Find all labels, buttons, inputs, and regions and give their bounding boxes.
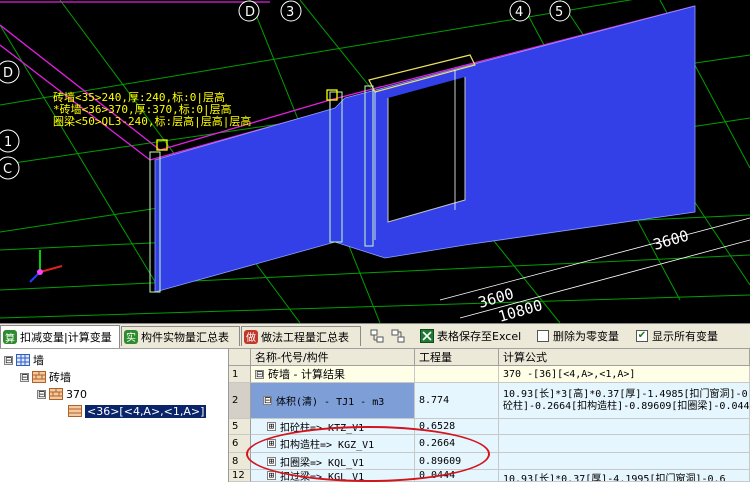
quantity-panel: 算 扣减变量|计算变量 实 构件实物量汇总表 做 做法工程量汇总表 表格保存至E… bbox=[0, 323, 750, 482]
tree-node-wall-instance[interactable]: <36>[<4,A>,<1,A>] bbox=[68, 403, 207, 419]
cell-name: 体积(清) - TJ1 - m3 bbox=[276, 397, 385, 408]
save-excel-label: 表格保存至Excel bbox=[437, 330, 522, 343]
table-row[interactable]: ⊞ 扣砼柱=> KTZ_V1 bbox=[251, 419, 415, 435]
tab-entity-quantity-summary[interactable]: 实 构件实物量汇总表 bbox=[121, 326, 240, 346]
collapse-icon[interactable]: ⊟ bbox=[255, 369, 264, 379]
collapse-all-button[interactable] bbox=[391, 327, 408, 345]
brick-icon bbox=[32, 371, 46, 383]
formula-line-1: 10.93[长]*3[高]*0.37[厚]-1.4985[扣门窗洞]-0.6 bbox=[503, 388, 750, 400]
tab-label: 做法工程量汇总表 bbox=[261, 330, 349, 344]
table-row[interactable]: ⊞ 扣构造柱=> KGZ_V1 bbox=[251, 435, 415, 453]
cell-formula: 370 -[36][<4,A>,<1,A>] bbox=[499, 366, 750, 383]
cell-formula bbox=[499, 419, 750, 435]
cell-name: 扣砼柱=> KTZ_V1 bbox=[280, 423, 365, 434]
delete-zero-checkbox[interactable]: 删除为零变量 bbox=[537, 327, 619, 345]
method-badge-icon: 做 bbox=[244, 329, 258, 344]
row-number: 1 bbox=[229, 366, 251, 383]
axis-label-d-left: D bbox=[3, 66, 13, 81]
tab-method-quantity-summary[interactable]: 做 做法工程量汇总表 bbox=[241, 326, 361, 346]
expand-icon[interactable]: ⊞ bbox=[267, 439, 276, 449]
calculation-grid: 名称-代号/构件 工程量 计算公式 1 ⊟ 砖墙 - 计算结果 370 -[36… bbox=[229, 349, 750, 482]
cell-formula bbox=[499, 453, 750, 470]
cell-quantity bbox=[415, 366, 499, 383]
column-header-quantity[interactable]: 工程量 bbox=[415, 349, 499, 366]
tree-node-wall[interactable]: ⊟ 墙 bbox=[4, 352, 44, 368]
formula-line-2: 砼柱]-0.2664[扣构造柱]-0.89609[扣圈梁]-0.0444 bbox=[503, 400, 750, 412]
cell-formula: 10.93[长]*0.37[厚]-4.1995[扣门窗洞]-0.6 bbox=[499, 470, 750, 482]
cell-name: 扣圈梁=> KQL_V1 bbox=[280, 457, 365, 469]
row-number: 12 bbox=[229, 470, 251, 482]
grid-corner bbox=[229, 349, 251, 366]
collapse-icon[interactable]: ⊟ bbox=[20, 372, 29, 382]
cell-quantity: 8.774 bbox=[415, 383, 499, 419]
tree-node-label: <36>[<4,A>,<1,A>] bbox=[85, 404, 207, 418]
cell-quantity: 0.0444 bbox=[415, 470, 499, 482]
save-excel-button[interactable]: 表格保存至Excel bbox=[420, 327, 521, 345]
expand-icon[interactable]: ⊞ bbox=[267, 456, 276, 466]
grid-folder-icon bbox=[16, 354, 30, 366]
entity-badge-icon: 实 bbox=[124, 329, 138, 344]
cell-name: 扣过梁=> KGL_V1 bbox=[280, 472, 365, 482]
axis-gizmo bbox=[29, 250, 63, 283]
table-row[interactable]: ⊞ 扣过梁=> KGL_V1 bbox=[251, 470, 415, 482]
column-header-formula[interactable]: 计算公式 bbox=[499, 349, 750, 366]
component-tree: ⊟ 墙 ⊟ 砖墙 ⊟ 370 <36>[<4,A>,<1,A>] bbox=[0, 349, 229, 482]
expand-icon[interactable]: ⊞ bbox=[267, 422, 276, 432]
cell-name: 扣构造柱=> KGZ_V1 bbox=[280, 440, 375, 451]
delete-zero-check-box bbox=[537, 330, 549, 342]
axis-label-c: C bbox=[3, 162, 12, 177]
tree-node-370[interactable]: ⊟ 370 bbox=[37, 386, 87, 402]
row-number: 6 bbox=[229, 435, 251, 453]
3d-viewport[interactable]: D 3 4 5 D 1 C 砖墙<35>240,厚:240,标:0|层高 *砖墙… bbox=[0, 0, 750, 323]
wall-annotation-2: *砖墙<36>370,厚:370,标:0|层高 bbox=[53, 102, 232, 116]
collapse-icon[interactable]: ⊟ bbox=[4, 355, 13, 365]
show-all-check-box: ✔ bbox=[636, 330, 648, 342]
axis-label-4: 4 bbox=[515, 5, 523, 20]
panel-toolbar: 算 扣减变量|计算变量 实 构件实物量汇总表 做 做法工程量汇总表 表格保存至E… bbox=[0, 324, 750, 349]
tree-node-brick-wall[interactable]: ⊟ 砖墙 bbox=[20, 369, 71, 385]
row-number: 5 bbox=[229, 419, 251, 435]
dimension-text-1: 3600 bbox=[651, 227, 691, 254]
show-all-label: 显示所有变量 bbox=[652, 330, 718, 343]
show-all-checkbox[interactable]: ✔ 显示所有变量 bbox=[636, 327, 718, 345]
cell-quantity: 0.89609 bbox=[415, 453, 499, 470]
axis-label-d-top: D bbox=[245, 5, 255, 20]
brick-icon bbox=[68, 405, 82, 417]
cell-quantity: 0.2664 bbox=[415, 435, 499, 453]
row-number: 2 bbox=[229, 383, 251, 419]
wall-annotation-3: 圈梁<50>QL3-240,标:层高|层高|层高 bbox=[53, 114, 251, 128]
table-row-selected[interactable]: ⊟ 体积(清) - TJ1 - m3 bbox=[251, 383, 415, 419]
cell-quantity: 0.6528 bbox=[415, 419, 499, 435]
tree-node-label: 墙 bbox=[33, 354, 44, 367]
expand-all-button[interactable] bbox=[370, 327, 387, 345]
tab-label: 构件实物量汇总表 bbox=[141, 330, 229, 344]
table-row[interactable]: ⊟ 砖墙 - 计算结果 bbox=[251, 366, 415, 383]
excel-icon bbox=[420, 329, 434, 343]
collapse-icon[interactable]: ⊟ bbox=[37, 389, 46, 399]
tab-deduction-variables[interactable]: 算 扣减变量|计算变量 bbox=[0, 325, 120, 348]
collapse-icon[interactable]: ⊟ bbox=[263, 396, 272, 406]
expand-tree-icon bbox=[370, 329, 384, 343]
cell-formula: 10.93[长]*3[高]*0.37[厚]-1.4985[扣门窗洞]-0.6 砼… bbox=[499, 383, 750, 419]
table-row[interactable]: ⊞ 扣圈梁=> KQL_V1 bbox=[251, 453, 415, 470]
3d-scene: D 3 4 5 D 1 C 砖墙<35>240,厚:240,标:0|层高 *砖墙… bbox=[0, 0, 750, 323]
tree-node-label: 砖墙 bbox=[49, 371, 71, 384]
axis-label-3: 3 bbox=[286, 5, 294, 20]
expand-icon[interactable]: ⊞ bbox=[267, 471, 276, 481]
tree-node-label: 370 bbox=[66, 387, 87, 401]
brick-icon bbox=[49, 388, 63, 400]
collapse-tree-icon bbox=[391, 329, 405, 343]
tab-label: 扣减变量|计算变量 bbox=[20, 331, 112, 344]
column-header-name[interactable]: 名称-代号/构件 bbox=[251, 349, 415, 366]
cell-name: 砖墙 - 计算结果 bbox=[268, 368, 345, 381]
cell-formula bbox=[499, 435, 750, 453]
axis-label-1: 1 bbox=[4, 135, 12, 150]
row-number: 8 bbox=[229, 453, 251, 470]
calc-badge-icon: 算 bbox=[3, 330, 17, 345]
axis-label-5: 5 bbox=[555, 5, 563, 20]
wall-annotation-1: 砖墙<35>240,厚:240,标:0|层高 bbox=[53, 90, 225, 104]
delete-zero-label: 删除为零变量 bbox=[553, 330, 619, 343]
